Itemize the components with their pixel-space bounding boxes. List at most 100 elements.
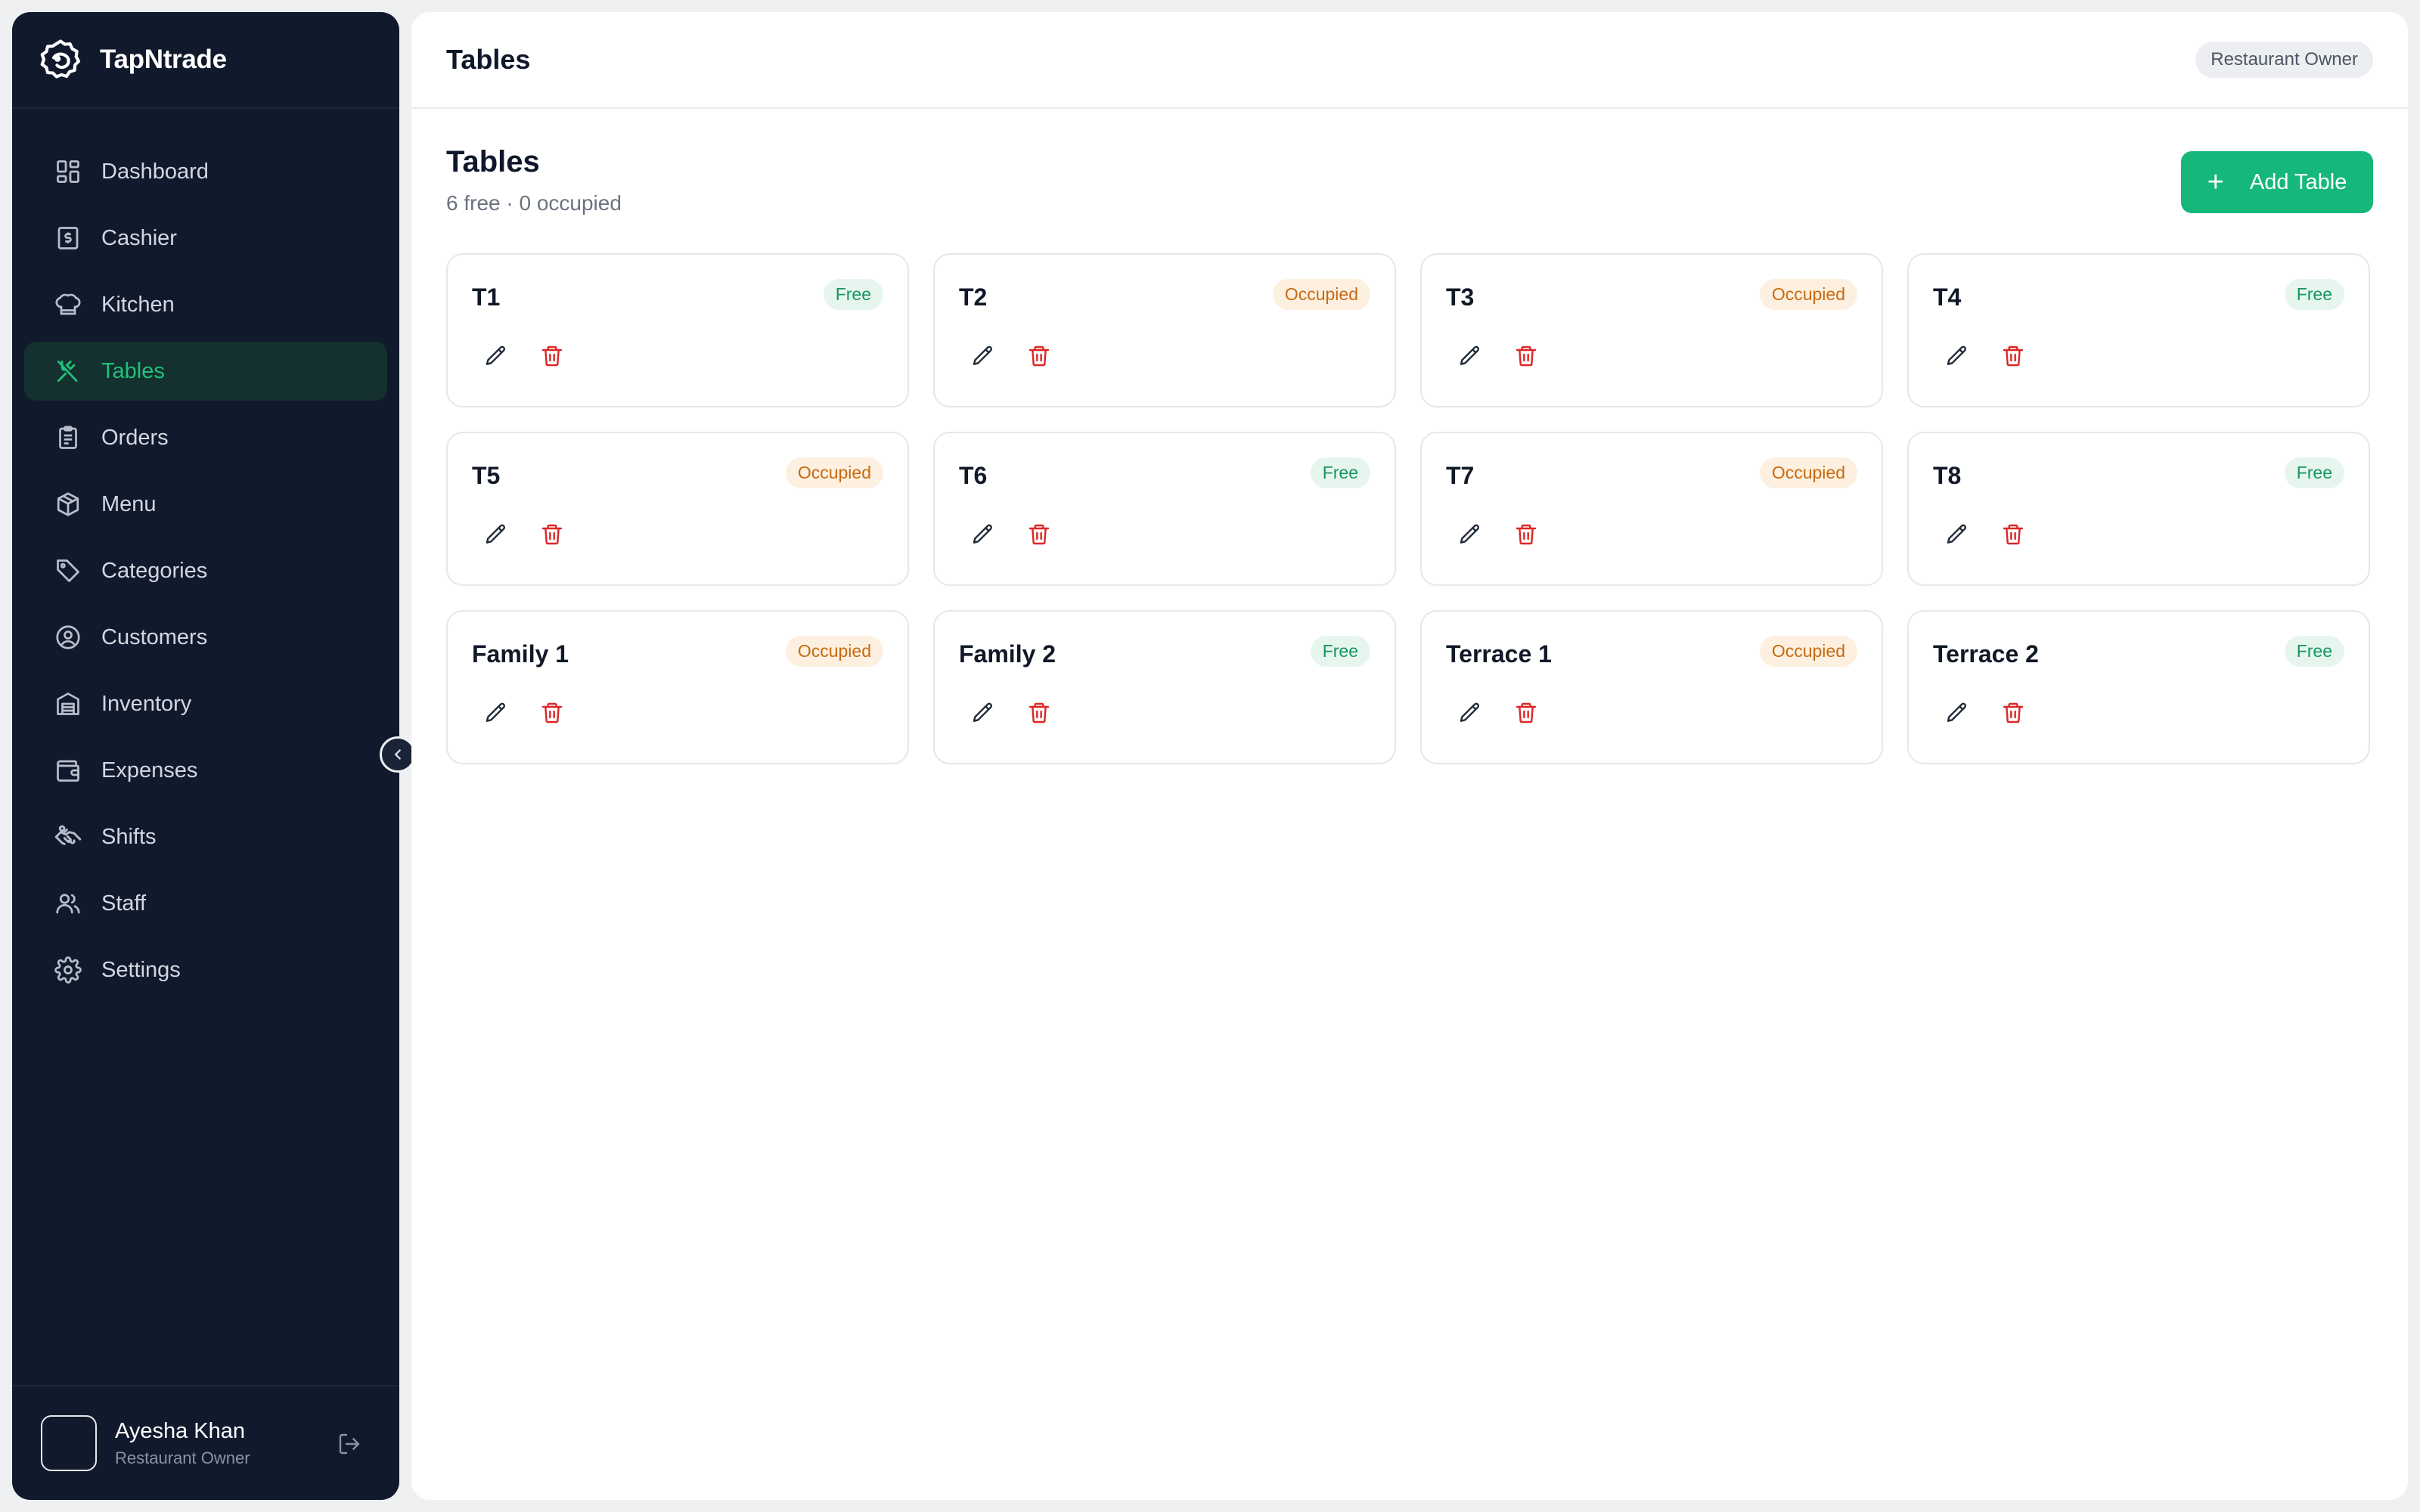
table-actions	[1455, 519, 1541, 550]
table-actions	[481, 519, 567, 550]
edit-icon[interactable]	[968, 519, 998, 550]
avatar[interactable]	[41, 1415, 97, 1471]
sidebar-item-settings[interactable]: Settings	[24, 940, 387, 999]
clipboard-icon	[53, 423, 83, 453]
user-circle-icon	[53, 622, 83, 652]
table-name: Family 1	[472, 640, 569, 668]
table-card[interactable]: T8 Free	[1907, 432, 2370, 586]
page-subtitle: 6 free · 0 occupied	[446, 191, 622, 215]
trash-icon[interactable]	[537, 519, 567, 550]
dashboard-icon	[53, 156, 83, 187]
sidebar-item-label: Categories	[101, 558, 208, 583]
trash-icon[interactable]	[1024, 341, 1054, 371]
topbar-title: Tables	[446, 44, 531, 75]
sidebar-item-label: Kitchen	[101, 292, 175, 317]
table-actions	[1942, 341, 2028, 371]
table-card[interactable]: Family 1 Occupied	[446, 610, 909, 764]
table-card[interactable]: T1 Free	[446, 253, 909, 407]
table-card[interactable]: Family 2 Free	[933, 610, 1396, 764]
sidebar-item-label: Orders	[101, 425, 169, 450]
sidebar-item-label: Inventory	[101, 691, 192, 716]
table-card[interactable]: T3 Occupied	[1420, 253, 1883, 407]
sidebar-item-staff[interactable]: Staff	[24, 874, 387, 933]
chef-hat-icon	[53, 290, 83, 320]
trash-icon[interactable]	[1511, 341, 1541, 371]
edit-icon[interactable]	[1455, 698, 1485, 728]
status-badge: Free	[1310, 457, 1370, 488]
sidebar: TapNtrade Dashboard Cashier Kitchen Tabl…	[12, 12, 399, 1500]
sidebar-item-label: Tables	[101, 358, 165, 383]
trash-icon[interactable]	[1511, 698, 1541, 728]
trash-icon[interactable]	[1024, 698, 1054, 728]
status-badge: Occupied	[1759, 457, 1857, 488]
trash-icon[interactable]	[1511, 519, 1541, 550]
table-card[interactable]: Terrace 1 Occupied	[1420, 610, 1883, 764]
trash-icon[interactable]	[1024, 519, 1054, 550]
trash-icon[interactable]	[1998, 341, 2028, 371]
tag-icon	[53, 556, 83, 586]
table-actions	[1942, 519, 2028, 550]
table-card[interactable]: T2 Occupied	[933, 253, 1396, 407]
table-card[interactable]: T4 Free	[1907, 253, 2370, 407]
plus-icon: +	[2207, 166, 2224, 198]
warehouse-icon	[53, 689, 83, 719]
sidebar-item-cashier[interactable]: Cashier	[24, 209, 387, 268]
table-card[interactable]: T6 Free	[933, 432, 1396, 586]
table-actions	[968, 341, 1054, 371]
trash-icon[interactable]	[537, 698, 567, 728]
user-name: Ayesha Khan	[115, 1418, 245, 1443]
collapse-sidebar-button[interactable]	[380, 736, 416, 773]
status-badge: Occupied	[1759, 279, 1857, 310]
status-badge: Occupied	[1759, 636, 1857, 667]
edit-icon[interactable]	[481, 519, 511, 550]
table-name: T3	[1446, 284, 1475, 311]
topbar: Tables Restaurant Owner	[411, 12, 2408, 109]
sidebar-item-customers[interactable]: Customers	[24, 608, 387, 667]
handshake-icon	[53, 822, 83, 852]
table-card[interactable]: T5 Occupied	[446, 432, 909, 586]
sidebar-item-shifts[interactable]: Shifts	[24, 807, 387, 866]
table-name: T4	[1933, 284, 1962, 311]
edit-icon[interactable]	[1455, 341, 1485, 371]
status-badge: Occupied	[1272, 279, 1370, 310]
page-header: Tables 6 free · 0 occupied + Add Table	[446, 145, 2373, 215]
table-actions	[968, 519, 1054, 550]
sidebar-item-dashboard[interactable]: Dashboard	[24, 142, 387, 201]
edit-icon[interactable]	[1942, 698, 1972, 728]
page-title: Tables	[446, 145, 540, 178]
table-card[interactable]: Terrace 2 Free	[1907, 610, 2370, 764]
trash-icon[interactable]	[537, 341, 567, 371]
table-name: Family 2	[959, 640, 1056, 668]
sidebar-item-label: Cashier	[101, 225, 177, 250]
edit-icon[interactable]	[1455, 519, 1485, 550]
sidebar-item-orders[interactable]: Orders	[24, 408, 387, 467]
edit-icon[interactable]	[1942, 341, 1972, 371]
trash-icon[interactable]	[1998, 519, 2028, 550]
edit-icon[interactable]	[1942, 519, 1972, 550]
sidebar-item-expenses[interactable]: Expenses	[24, 741, 387, 800]
table-actions	[1942, 698, 2028, 728]
sidebar-item-label: Customers	[101, 624, 208, 649]
edit-icon[interactable]	[968, 698, 998, 728]
sidebar-item-categories[interactable]: Categories	[24, 541, 387, 600]
trash-icon[interactable]	[1998, 698, 2028, 728]
user-profile: Ayesha Khan Restaurant Owner	[12, 1385, 399, 1500]
edit-icon[interactable]	[481, 698, 511, 728]
sidebar-item-kitchen[interactable]: Kitchen	[24, 275, 387, 334]
table-card[interactable]: T7 Occupied	[1420, 432, 1883, 586]
sidebar-item-label: Staff	[101, 891, 147, 916]
edit-icon[interactable]	[968, 341, 998, 371]
table-name: T2	[959, 284, 988, 311]
edit-icon[interactable]	[481, 341, 511, 371]
status-badge: Occupied	[785, 636, 883, 667]
box-icon	[53, 489, 83, 519]
brand[interactable]: TapNtrade	[12, 12, 399, 109]
add-table-button[interactable]: + Add Table	[2181, 151, 2373, 213]
logout-icon[interactable]	[334, 1429, 365, 1459]
sidebar-item-inventory[interactable]: Inventory	[24, 674, 387, 733]
user-role: Restaurant Owner	[115, 1448, 250, 1467]
sidebar-item-label: Dashboard	[101, 159, 209, 184]
sidebar-item-tables[interactable]: Tables	[24, 342, 387, 401]
sidebar-item-menu[interactable]: Menu	[24, 475, 387, 534]
table-actions	[968, 698, 1054, 728]
